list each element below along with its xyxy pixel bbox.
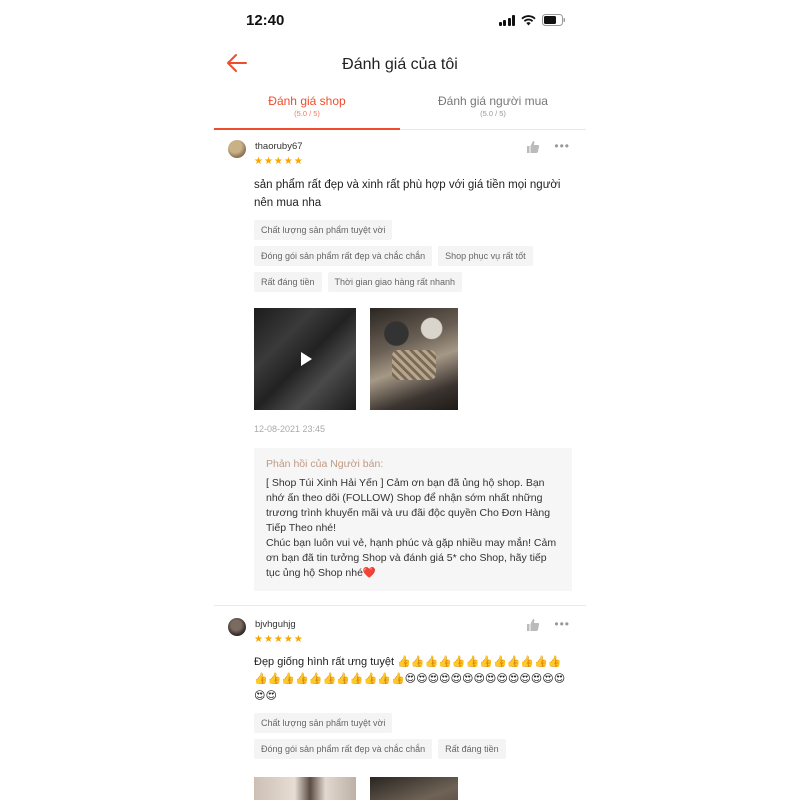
status-icons [498,14,567,26]
review-tag: Chất lượng sản phẩm tuyệt vời [254,713,393,733]
review-item: bjvhguhjg ★★★★★ ••• Đẹp giống hình rất ư… [214,608,586,800]
play-icon [301,352,312,366]
handbag-image [392,350,436,380]
seller-reply: Phản hồi của Người bán: [ Shop Túi Xinh … [254,448,572,591]
reviewer-name: thaoruby67 [255,141,303,152]
review-media [254,308,586,410]
nav-bar: Đánh giá của tôi [214,40,586,88]
more-options-icon[interactable]: ••• [554,617,570,631]
battery-icon [542,14,566,26]
review-photo[interactable] [370,308,458,410]
tab-shop-reviews[interactable]: Đánh giá shop (5.0 / 5) [214,88,400,130]
thumbs-up-icon[interactable] [526,140,540,154]
divider [214,605,586,606]
review-media [254,777,586,800]
more-options-icon[interactable]: ••• [554,139,570,153]
review-tag: Chất lượng sản phẩm tuyệt vời [254,220,393,240]
review-tags: Chất lượng sản phẩm tuyệt vời Đóng gói s… [254,713,576,759]
star-rating: ★★★★★ [254,156,304,167]
star-rating: ★★★★★ [254,634,304,645]
review-tags: Chất lượng sản phẩm tuyệt vời Đóng gói s… [254,220,576,292]
review-tag: Đóng gói sản phẩm rất đẹp và chắc chắn [254,246,433,266]
tab-bar: Đánh giá shop (5.0 / 5) Đánh giá người m… [214,88,586,130]
review-header: thaoruby67 ★★★★★ ••• [214,130,586,170]
review-item: thaoruby67 ★★★★★ ••• sản phẩm rất đẹp và… [214,130,586,606]
review-date: 12-08-2021 23:45 [254,424,326,434]
review-tag: Rất đáng tiền [254,272,322,292]
thumbs-up-icon[interactable] [526,618,540,632]
review-tag: Thời gian giao hàng rất nhanh [327,272,463,292]
tab-label: Đánh giá shop [268,94,346,108]
phone-screen: 12:40 Đánh giá của tôi Đánh giá shop (5.… [214,0,586,800]
tab-buyer-reviews[interactable]: Đánh giá người mua (5.0 / 5) [400,88,586,129]
avatar[interactable] [228,140,246,158]
review-tag: Đóng gói sản phẩm rất đẹp và chắc chắn [254,739,433,759]
review-header: bjvhguhjg ★★★★★ ••• [214,608,586,648]
review-video[interactable] [254,308,356,410]
tab-rating: (5.0 / 5) [480,109,506,118]
review-text: sản phẩm rất đẹp và xinh rất phù hợp với… [254,179,561,209]
reviewer-name: bjvhguhjg [255,619,296,630]
review-tag: Shop phục vụ rất tốt [438,246,533,266]
avatar[interactable] [228,618,246,636]
signal-icon [498,14,515,26]
status-bar: 12:40 [214,0,586,40]
tab-rating: (5.0 / 5) [294,109,320,118]
review-photo[interactable] [254,777,356,800]
status-time: 12:40 [246,12,285,29]
review-photo[interactable] [370,777,458,800]
tab-label: Đánh giá người mua [438,94,548,108]
page-title: Đánh giá của tôi [342,56,458,73]
seller-reply-label: Phản hồi của Người bán: [266,458,384,470]
review-tag: Rất đáng tiền [438,739,506,759]
wifi-icon [521,14,536,26]
seller-reply-text: [ Shop Túi Xinh Hải Yến ] Cảm ơn bạn đã … [266,477,557,579]
review-text: Đẹp giống hình rất ưng tuyệt 👍👍👍👍👍👍👍👍👍👍👍… [254,656,566,702]
